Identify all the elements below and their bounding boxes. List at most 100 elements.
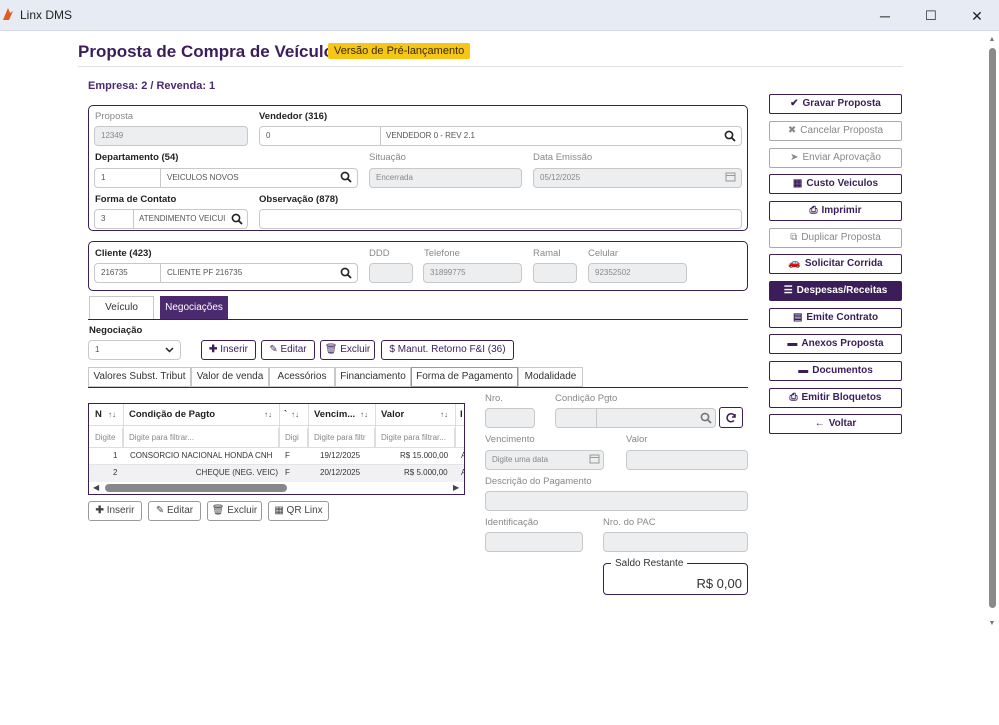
cliente-code: 216735 xyxy=(101,268,128,277)
gravar-proposta-label: Gravar Proposta xyxy=(802,98,881,109)
departamento-search-icon[interactable] xyxy=(340,171,352,183)
manut-retorno-button[interactable]: $ Manut. Retorno F&I (36) xyxy=(381,340,514,360)
sort-icon[interactable]: ↑↓ xyxy=(108,410,116,419)
subtab-forma-pagamento[interactable]: Forma de Pagamento xyxy=(411,367,518,387)
grid-excluir-button[interactable]: 🗑 Excluir xyxy=(207,501,262,521)
close-icon[interactable]: ✕ xyxy=(966,6,988,26)
scroll-right-icon[interactable]: ▶ xyxy=(453,483,459,492)
filter-vencimento[interactable]: Digite para filtr xyxy=(310,428,375,447)
filter-n[interactable]: Digite xyxy=(91,428,123,447)
identificacao-field xyxy=(485,532,583,552)
forma-contato-search-icon[interactable] xyxy=(231,213,243,225)
condicao-search-icon[interactable] xyxy=(700,412,712,424)
identificacao-label: Identificação xyxy=(485,517,539,528)
arrow-left-icon: ← xyxy=(814,418,825,429)
refresh-button[interactable] xyxy=(719,407,743,428)
horizontal-scrollbar-thumb[interactable] xyxy=(105,484,287,492)
subtab-acessorios[interactable]: Acessórios xyxy=(269,367,335,387)
scroll-down-icon[interactable]: ▼ xyxy=(987,620,997,628)
valor-label: Valor xyxy=(626,434,648,445)
solicitar-corrida-button[interactable]: 🚗 Solicitar Corrida xyxy=(769,254,902,274)
pagamentos-grid: N ↑↓ Condição de Pagto ↑↓ ` ↑↓ Vencim...… xyxy=(88,403,465,495)
filter-t[interactable]: Digi xyxy=(281,428,308,447)
row-vencimento: 20/12/2025 xyxy=(320,468,361,477)
grid-header-t[interactable]: ` xyxy=(284,409,287,420)
vendedor-field[interactable]: 0 VENDEDOR 0 - REV 2.1 xyxy=(259,126,742,146)
grid-inserir-button[interactable]: ✚ Inserir xyxy=(88,501,142,521)
nro-label: Nro. xyxy=(485,393,503,404)
maximize-icon[interactable]: ☐ xyxy=(920,6,942,26)
departamento-field[interactable]: 1 VEICULOS NOVOS xyxy=(94,168,358,188)
grid-header-condicao[interactable]: Condição de Pagto xyxy=(129,409,215,420)
tab-negociacoes[interactable]: Negociações xyxy=(160,296,228,320)
forma-contato-field[interactable]: 3 ATENDIMENTO VEICUI xyxy=(94,209,248,229)
voltar-button[interactable]: ← Voltar xyxy=(769,414,902,434)
observacao-label: Observação (878) xyxy=(259,194,339,205)
ddd-label: DDD xyxy=(369,248,390,259)
cancelar-proposta-button[interactable]: ✖ Cancelar Proposta xyxy=(769,121,902,141)
subtab-valor-venda[interactable]: Valor de venda xyxy=(191,367,269,387)
negociacao-select[interactable]: 1 xyxy=(88,340,181,360)
emite-contrato-button[interactable]: ▤ Emite Contrato xyxy=(769,308,902,328)
emite-contrato-label: Emite Contrato xyxy=(806,312,879,323)
edit-icon: ✎ xyxy=(269,344,281,355)
vendedor-code: 0 xyxy=(266,131,271,140)
emitir-bloquetos-button[interactable]: ⎙ Emitir Bloquetos xyxy=(769,388,902,408)
grid-editar-button[interactable]: ✎ Editar xyxy=(148,501,201,521)
minimize-icon[interactable]: ─ xyxy=(874,6,896,26)
imprimir-button[interactable]: ⎙ Imprimir xyxy=(769,201,902,221)
vertical-scrollbar-thumb[interactable] xyxy=(989,48,996,608)
sort-icon[interactable]: ↑↓ xyxy=(440,410,448,419)
gravar-proposta-button[interactable]: ✔ Gravar Proposta xyxy=(769,94,902,114)
prerelease-badge: Versão de Pré-lançamento xyxy=(328,43,471,59)
duplicar-proposta-button[interactable]: ⧉ Duplicar Proposta xyxy=(769,228,902,248)
despesas-receitas-button[interactable]: ☰ Despesas/Receitas xyxy=(769,281,902,301)
cliente-field[interactable]: 216735 CLIENTE PF 216735 xyxy=(94,263,358,283)
calendar-icon xyxy=(725,172,736,182)
qr-linx-button[interactable]: ▦ QR Linx xyxy=(268,501,329,521)
grid-header-extra[interactable]: I xyxy=(460,409,463,420)
list-icon: ☰ xyxy=(783,285,793,296)
negociacao-selected: 1 xyxy=(95,345,100,354)
tab-veiculo[interactable]: Veículo xyxy=(89,296,154,320)
observacao-field[interactable] xyxy=(259,209,742,229)
custo-veiculos-button[interactable]: ▦ Custo Veiculos xyxy=(769,174,902,194)
forma-contato-name: ATENDIMENTO VEICUI xyxy=(139,214,226,223)
vendedor-search-icon[interactable] xyxy=(724,130,736,142)
filter-valor[interactable]: Digite para filtrar... xyxy=(377,428,455,447)
scroll-left-icon[interactable]: ◀ xyxy=(93,483,99,492)
documentos-button[interactable]: ▬ Documentos xyxy=(769,361,902,381)
car-icon: 🚗 xyxy=(788,258,801,269)
negociacao-inserir-button[interactable]: ✚ Inserir xyxy=(201,340,256,360)
grid-header-n[interactable]: N xyxy=(95,409,102,420)
filter-condicao[interactable]: Digite para filtrar... xyxy=(125,428,279,447)
plus-icon: ✚ xyxy=(95,505,107,516)
negociacao-excluir-label: Excluir xyxy=(340,344,371,355)
departamento-name: VEICULOS NOVOS xyxy=(167,173,239,182)
grid-header-vencimento[interactable]: Vencim... xyxy=(314,409,355,420)
cliente-search-icon[interactable] xyxy=(340,267,352,279)
grid-header-valor[interactable]: Valor xyxy=(381,409,404,420)
negociacao-editar-label: Editar xyxy=(280,344,307,355)
row-n: 1 xyxy=(113,451,118,460)
sort-icon[interactable]: ↑↓ xyxy=(264,410,272,419)
anexos-proposta-label: Anexos Proposta xyxy=(801,338,884,349)
enviar-aprovacao-button[interactable]: ➤ Enviar Aprovação xyxy=(769,148,902,168)
negociacao-excluir-button[interactable]: 🗑 Excluir xyxy=(320,340,375,360)
departamento-label: Departamento (54) xyxy=(95,152,179,163)
scroll-up-icon[interactable]: ▲ xyxy=(987,36,997,44)
negociacao-editar-button[interactable]: ✎ Editar xyxy=(261,340,315,360)
solicitar-corrida-label: Solicitar Corrida xyxy=(804,258,883,269)
subtab-modalidade[interactable]: Modalidade xyxy=(518,367,583,387)
proposta-field: 12349 xyxy=(94,126,248,146)
anexos-proposta-button[interactable]: ▬ Anexos Proposta xyxy=(769,334,902,354)
row-t: F xyxy=(285,451,290,460)
document-icon: ▤ xyxy=(792,312,803,323)
sort-icon[interactable]: ↑↓ xyxy=(360,410,368,419)
vencimento-field: Digite uma data xyxy=(485,450,604,470)
saldo-restante-label: Saldo Restante xyxy=(611,558,688,569)
subtab-financiamento[interactable]: Financiamento xyxy=(335,367,411,387)
ramal-label: Ramal xyxy=(533,248,561,259)
subtab-valores-subst[interactable]: Valores Subst. Tribut xyxy=(88,367,191,387)
sort-icon[interactable]: ↑↓ xyxy=(291,410,299,419)
